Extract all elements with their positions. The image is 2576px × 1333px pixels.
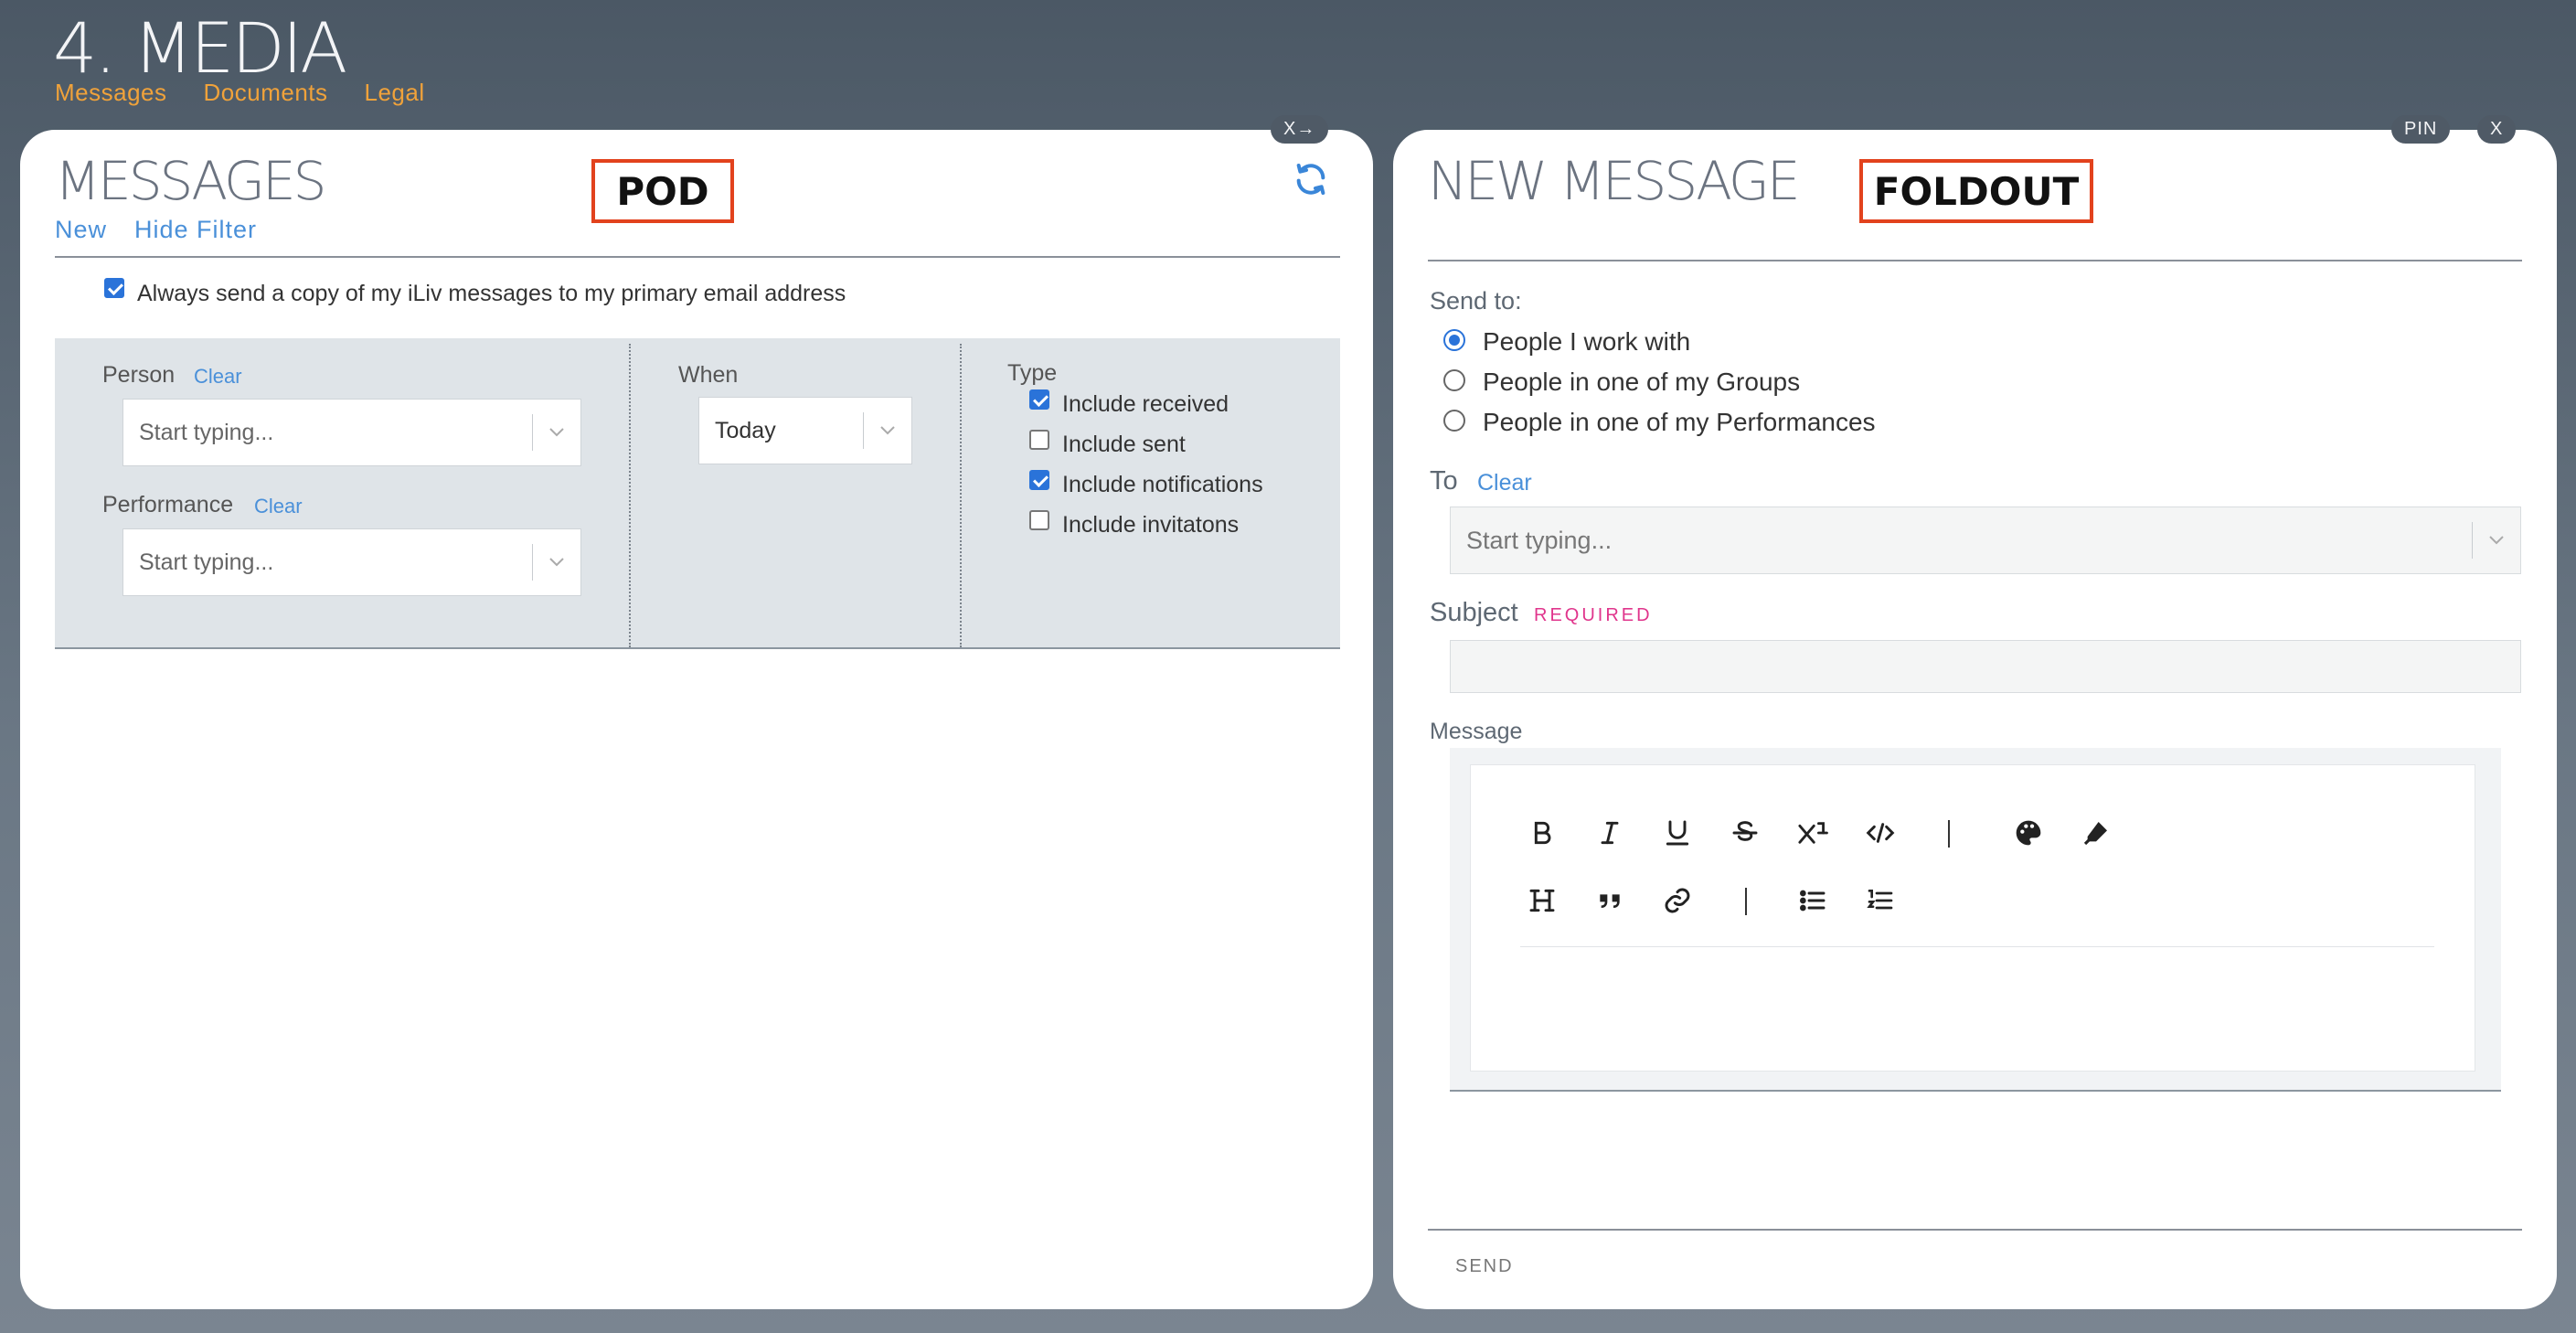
link-icon[interactable] bbox=[1655, 879, 1699, 922]
numbered-list-icon[interactable] bbox=[1858, 879, 1902, 922]
include-received-label: Include received bbox=[1062, 391, 1229, 417]
pod-close-button[interactable]: X→ bbox=[1271, 115, 1329, 144]
nav-documents[interactable]: Documents bbox=[204, 79, 328, 107]
superscript-icon[interactable] bbox=[1791, 811, 1835, 855]
radio-label: People I work with bbox=[1483, 327, 1691, 356]
chevron-down-icon[interactable] bbox=[533, 556, 580, 569]
when-label: When bbox=[678, 362, 739, 388]
toolbar-separator bbox=[1745, 888, 1747, 915]
foldout-divider bbox=[1428, 260, 2522, 261]
include-notifications-label: Include notifications bbox=[1062, 472, 1263, 497]
performance-combobox[interactable]: Start typing... bbox=[122, 528, 581, 596]
palette-icon[interactable] bbox=[2007, 811, 2050, 855]
new-message-foldout: PIN X NEW MESSAGE FOLDOUT Send to: Peopl… bbox=[1393, 115, 2557, 1309]
include-invitations-label: Include invitatons bbox=[1062, 512, 1240, 538]
hide-filter-link[interactable]: Hide Filter bbox=[134, 216, 257, 244]
person-clear-link[interactable]: Clear bbox=[194, 365, 242, 389]
chevron-down-icon[interactable] bbox=[864, 424, 911, 437]
message-editor bbox=[1450, 748, 2501, 1092]
include-sent-label: Include sent bbox=[1062, 432, 1186, 457]
page-title: 4. MEDIA bbox=[53, 7, 347, 89]
radio-groups[interactable] bbox=[1443, 369, 1465, 391]
footer-divider bbox=[1428, 1229, 2522, 1231]
include-invitations-checkbox[interactable] bbox=[1029, 510, 1049, 530]
foldout-title: NEW MESSAGE bbox=[1428, 150, 1800, 212]
highlighter-icon[interactable] bbox=[2074, 811, 2118, 855]
message-label: Message bbox=[1430, 719, 1523, 744]
toolbar-separator bbox=[1948, 820, 1950, 848]
person-combobox[interactable]: Start typing... bbox=[122, 399, 581, 466]
subject-label: Subject bbox=[1430, 598, 1518, 627]
pod-divider bbox=[55, 256, 1340, 258]
filter-divider bbox=[960, 344, 962, 647]
to-combobox[interactable]: Start typing... bbox=[1450, 507, 2521, 574]
new-message-link[interactable]: New bbox=[55, 216, 107, 244]
to-clear-link[interactable]: Clear bbox=[1477, 470, 1532, 496]
italic-icon[interactable] bbox=[1588, 811, 1632, 855]
editor-body[interactable] bbox=[1470, 764, 2475, 1072]
person-input[interactable]: Start typing... bbox=[123, 420, 532, 446]
radio-label: People in one of my Performances bbox=[1483, 408, 1876, 436]
radio-label: People in one of my Groups bbox=[1483, 368, 1801, 396]
pod-actions: New Hide Filter bbox=[55, 216, 257, 244]
person-label: Person bbox=[102, 362, 176, 388]
quote-icon[interactable] bbox=[1588, 879, 1632, 922]
send-button[interactable]: SEND bbox=[1455, 1256, 1514, 1277]
type-label: Type bbox=[1007, 360, 1058, 386]
to-label: To bbox=[1430, 466, 1458, 496]
underline-icon[interactable] bbox=[1655, 811, 1699, 855]
bullet-list-icon[interactable] bbox=[1791, 879, 1835, 922]
foldout-annotation: FOLDOUT bbox=[1859, 159, 2093, 223]
bold-icon[interactable] bbox=[1520, 811, 1564, 855]
pod-annotation: POD bbox=[591, 159, 734, 223]
filter-divider bbox=[629, 344, 631, 647]
chevron-down-icon[interactable] bbox=[2473, 534, 2520, 547]
copy-email-checkbox[interactable] bbox=[104, 278, 124, 298]
strikethrough-icon[interactable] bbox=[1723, 811, 1767, 855]
pod-title: MESSAGES bbox=[55, 150, 326, 212]
include-sent-checkbox[interactable] bbox=[1029, 430, 1049, 450]
performance-clear-link[interactable]: Clear bbox=[254, 495, 303, 518]
heading-icon[interactable] bbox=[1520, 879, 1564, 922]
subject-input[interactable] bbox=[1450, 640, 2521, 693]
performance-input[interactable]: Start typing... bbox=[123, 549, 532, 576]
required-badge: REQUIRED bbox=[1534, 605, 1653, 625]
radio-performances[interactable] bbox=[1443, 410, 1465, 432]
chevron-down-icon[interactable] bbox=[533, 426, 580, 439]
nav-messages[interactable]: Messages bbox=[55, 79, 167, 107]
radio-people-i-work-with[interactable] bbox=[1443, 329, 1465, 351]
filter-panel: Person Clear Start typing... Performance… bbox=[55, 338, 1340, 649]
code-icon[interactable] bbox=[1858, 811, 1902, 855]
include-notifications-checkbox[interactable] bbox=[1029, 470, 1049, 490]
nav-legal[interactable]: Legal bbox=[365, 79, 425, 107]
foldout-close-button[interactable]: X bbox=[2477, 115, 2517, 144]
when-value: Today bbox=[715, 417, 776, 443]
include-received-checkbox[interactable] bbox=[1029, 389, 1049, 410]
send-to-label: Send to: bbox=[1430, 287, 1522, 315]
refresh-icon[interactable] bbox=[1293, 161, 1329, 197]
to-input[interactable]: Start typing... bbox=[1451, 527, 2472, 555]
top-nav: Messages Documents Legal bbox=[55, 79, 425, 107]
messages-pod: X→ MESSAGES POD New Hide Filter Always s… bbox=[20, 115, 1373, 1309]
pin-button[interactable]: PIN bbox=[2391, 115, 2451, 144]
copy-email-label: Always send a copy of my iLiv messages t… bbox=[137, 281, 846, 306]
performance-label: Performance bbox=[102, 492, 234, 517]
when-select[interactable]: Today bbox=[698, 397, 912, 464]
toolbar-divider bbox=[1520, 946, 2434, 947]
